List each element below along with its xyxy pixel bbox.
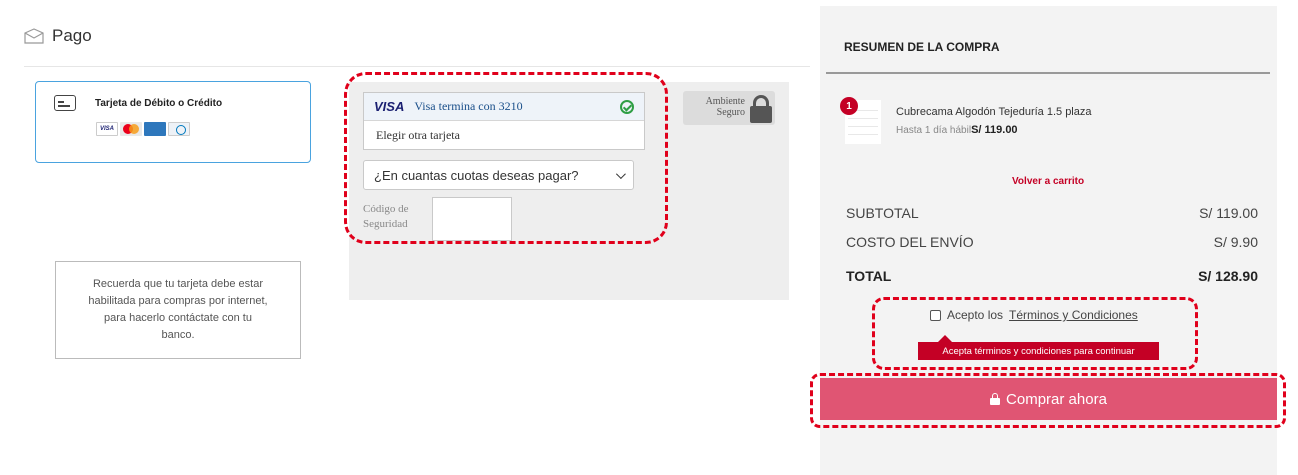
secure-label: Ambiente Seguro [705, 96, 745, 118]
summary-divider [826, 72, 1270, 74]
back-to-cart-link[interactable]: Volver a carrito [1012, 176, 1084, 187]
credit-card-icon [54, 95, 76, 111]
shipping-value: S/ 9.90 [1213, 234, 1258, 250]
total-label: TOTAL [846, 268, 892, 284]
shipping-label: COSTO DEL ENVÍO [846, 234, 974, 250]
choose-other-card-option[interactable]: Elegir otra tarjeta [364, 121, 644, 150]
saved-card-label: Visa termina con 3210 [414, 99, 523, 113]
total-value: S/ 128.90 [1198, 268, 1258, 284]
page-title: Pago [52, 26, 92, 45]
product-name: Cubrecama Algodón Tejeduría 1.5 plaza [896, 106, 1092, 118]
divider [24, 66, 810, 67]
terms-row: Acepto los Términos y Condiciones [930, 308, 1138, 322]
check-circle-icon [620, 99, 634, 114]
terms-checkbox[interactable] [930, 309, 941, 321]
saved-card-option[interactable]: VISA Visa termina con 3210 [364, 93, 644, 121]
shipping-row: COSTO DEL ENVÍO S/ 9.90 [846, 234, 1258, 250]
summary-title: RESUMEN DE LA COMPRA [844, 40, 1000, 54]
lock-icon [990, 393, 1001, 405]
subtotal-label: SUBTOTAL [846, 205, 919, 221]
payment-header: Pago [24, 26, 92, 46]
lock-icon [750, 95, 772, 123]
diners-logo-icon [168, 122, 190, 136]
subtotal-row: SUBTOTAL S/ 119.00 [846, 205, 1258, 221]
envelope-icon [24, 28, 44, 44]
subtotal-value: S/ 119.00 [1199, 205, 1258, 221]
saved-card-selector[interactable]: VISA Visa termina con 3210 Elegir otra t… [363, 92, 645, 150]
cvv-label: Código de Seguridad [363, 203, 409, 230]
amex-logo-icon [144, 122, 166, 136]
visa-icon: VISA [374, 99, 405, 114]
product-price: S/ 119.00 [971, 124, 1018, 136]
installments-placeholder: ¿En cuantas cuotas deseas pagar? [374, 167, 579, 183]
card-brand-logos: VISA [96, 122, 190, 136]
mastercard-logo-icon [120, 122, 142, 136]
chevron-down-icon [615, 168, 626, 179]
payment-method-title: Tarjeta de Débito o Crédito [95, 98, 223, 109]
visa-logo-icon: VISA [96, 122, 118, 136]
payment-method-card[interactable]: Tarjeta de Débito o Crédito VISA [35, 81, 311, 163]
terms-error-tooltip: Acepta términos y condiciones para conti… [918, 335, 1159, 360]
quantity-badge: 1 [840, 97, 858, 115]
secure-badge: Ambiente Seguro [683, 91, 775, 125]
bank-notice: Recuerda que tu tarjeta debe estar habil… [55, 261, 301, 359]
product-delivery: Hasta 1 día hábilS/ 119.00 [896, 124, 1018, 136]
delivery-time: Hasta 1 día hábil [896, 125, 972, 136]
terms-link[interactable]: Términos y Condiciones [1009, 308, 1138, 322]
terms-prefix: Acepto los [947, 308, 1004, 322]
installments-select[interactable]: ¿En cuantas cuotas deseas pagar? [363, 160, 634, 190]
buy-now-label: Comprar ahora [1006, 390, 1107, 408]
buy-now-button[interactable]: Comprar ahora [820, 378, 1277, 420]
total-row: TOTAL S/ 128.90 [846, 268, 1258, 284]
cvv-input[interactable] [432, 197, 512, 241]
